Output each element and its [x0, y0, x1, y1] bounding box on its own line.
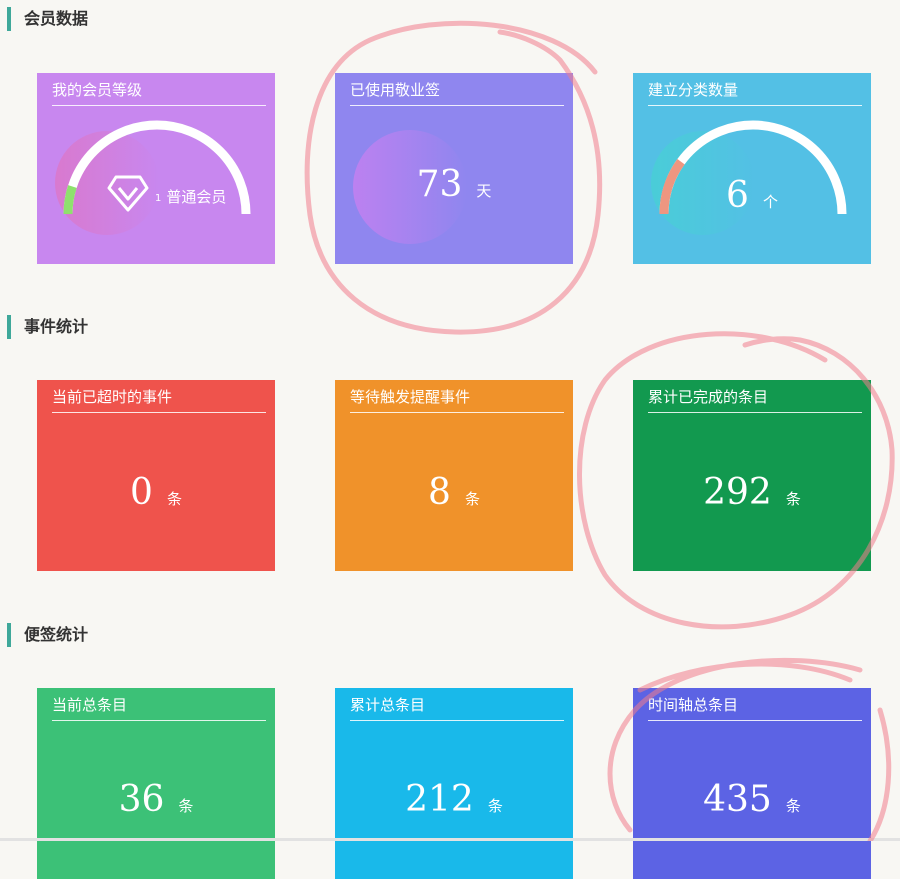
- unit-label: 条: [178, 797, 194, 815]
- card-title: 等待触发提醒事件: [350, 386, 564, 413]
- categories-card: 建立分类数量 6个: [633, 73, 871, 264]
- value-display: 212 条: [335, 779, 573, 820]
- unit-label: 天: [476, 182, 492, 200]
- days-used-card: 已使用敬业签 73 天: [335, 73, 573, 264]
- timeline-total-value: 435: [703, 779, 772, 820]
- unit-label: 条: [464, 490, 480, 508]
- section-title-notes: 便签统计: [7, 623, 88, 647]
- completed-value: 292: [703, 472, 772, 513]
- categories-gauge: [659, 120, 847, 215]
- level-number: 1: [155, 192, 162, 204]
- unit-label: 条: [166, 490, 182, 508]
- current-total-value: 36: [118, 779, 165, 820]
- unit-label: 条: [785, 797, 801, 815]
- card-title: 已使用敬业签: [350, 79, 564, 106]
- card-title: 当前总条目: [52, 694, 266, 721]
- value-display: 8条: [335, 472, 573, 513]
- accumulated-total-card: 累计总条目 212 条: [335, 688, 573, 879]
- level-name: 普通会员: [166, 187, 227, 206]
- current-total-card: 当前总条目 36 条: [37, 688, 275, 879]
- value-display: 435 条: [633, 779, 871, 820]
- card-title: 累计总条目: [350, 694, 564, 721]
- overdue-events-card: 当前已超时的事件 0条: [37, 380, 275, 571]
- section-title-events: 事件统计: [7, 315, 88, 339]
- value-display: 36 条: [37, 779, 275, 820]
- categories-value: 6: [726, 175, 749, 216]
- completed-items-card: 累计已完成的条目 292 条: [633, 380, 871, 571]
- level-gauge: [63, 120, 251, 215]
- member-badge: 1 普通会员: [107, 174, 226, 212]
- pending-value: 8: [428, 472, 451, 513]
- section-title-member: 会员数据: [7, 7, 88, 31]
- timeline-total-card: 时间轴总条目 435 条: [633, 688, 871, 879]
- pending-reminders-card: 等待触发提醒事件 8条: [335, 380, 573, 571]
- member-level-card: 我的会员等级 1 普通会员: [37, 73, 275, 264]
- days-used-value: 73: [416, 164, 463, 205]
- overdue-value: 0: [130, 472, 153, 513]
- card-title: 时间轴总条目: [648, 694, 862, 721]
- card-title: 当前已超时的事件: [52, 386, 266, 413]
- unit-label: 条: [487, 797, 503, 815]
- value-display: 6个: [633, 175, 871, 216]
- value-display: 292 条: [633, 472, 871, 513]
- diamond-icon: [107, 175, 149, 212]
- value-display: 0条: [37, 472, 275, 513]
- unit-label: 个: [762, 193, 778, 211]
- value-display: 73 天: [335, 164, 573, 205]
- card-title: 累计已完成的条目: [648, 386, 862, 413]
- accumulated-total-value: 212: [405, 779, 474, 820]
- unit-label: 条: [785, 490, 801, 508]
